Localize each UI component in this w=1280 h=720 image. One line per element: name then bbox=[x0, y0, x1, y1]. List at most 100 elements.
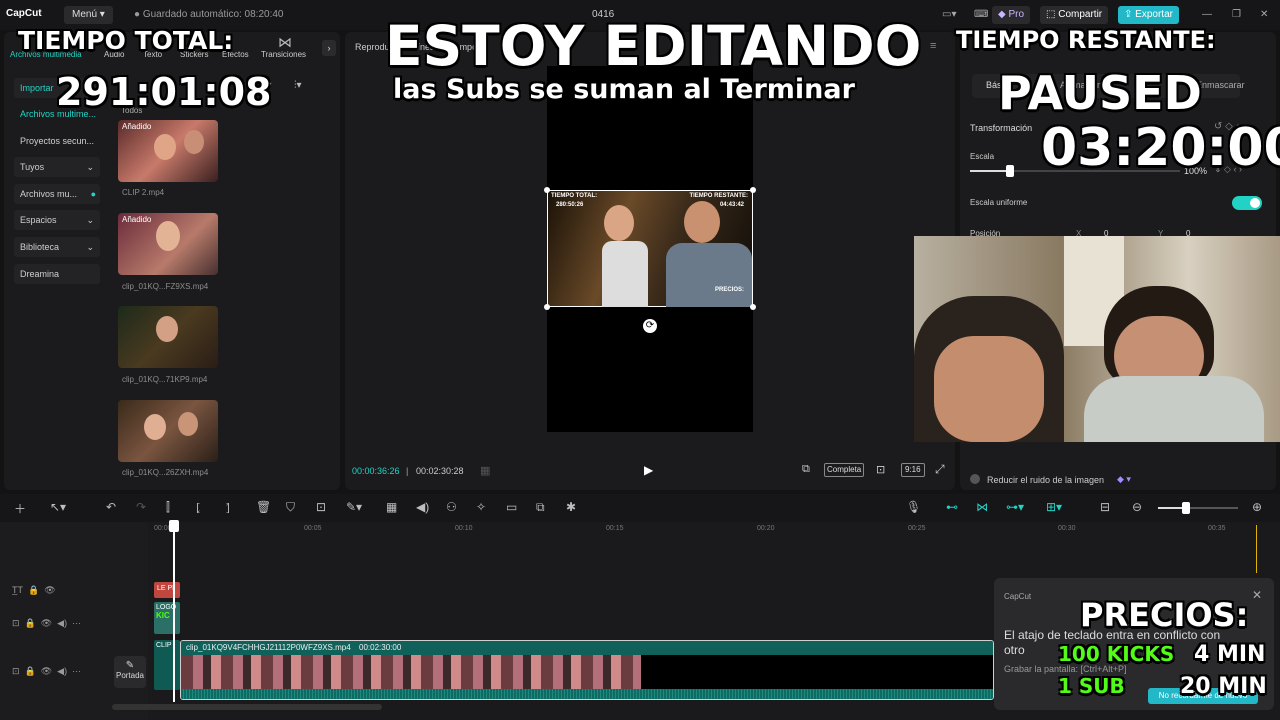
zoom-out-icon[interactable]: ⊖ bbox=[1132, 500, 1142, 514]
sidebar-item-dreamina[interactable]: Dreamina bbox=[14, 264, 100, 284]
cover-button[interactable]: ✎ Portada bbox=[114, 656, 146, 688]
remaining-time-label: TIEMPO RESTANTE: bbox=[956, 26, 1216, 54]
minimize-icon[interactable]: — bbox=[1196, 6, 1218, 24]
delete-icon[interactable]: 🗑 bbox=[256, 500, 271, 514]
subline-text: las Subs se suman al Terminar bbox=[393, 74, 855, 105]
timeline-ruler[interactable]: 00:00 00:05 00:10 00:15 00:20 00:25 00:3… bbox=[154, 525, 1280, 537]
tab-transitions[interactable]: Transiciones bbox=[261, 50, 306, 59]
select-tool-icon[interactable]: ↖▾ bbox=[50, 500, 66, 514]
logo-clip[interactable]: LOGO KIC bbox=[154, 602, 180, 634]
toast-brand: CapCut bbox=[1004, 592, 1032, 601]
added-badge: Añadido bbox=[122, 215, 152, 224]
pro-badge-icon: ◆ ▾ bbox=[1117, 474, 1131, 484]
sidebar-item-library[interactable]: Biblioteca ⌄ bbox=[14, 237, 100, 257]
crop-icon[interactable]: ⊡ bbox=[876, 463, 885, 476]
media-thumb[interactable] bbox=[118, 400, 218, 462]
audio-icon[interactable]: ◀) bbox=[416, 500, 429, 514]
close-window-icon[interactable]: ✕ bbox=[1254, 6, 1274, 24]
text-track-controls[interactable]: T̲T 🔒 👁 bbox=[12, 585, 56, 596]
split-icon[interactable]: ⫿ bbox=[166, 500, 170, 515]
menu-label: Menú bbox=[72, 9, 98, 20]
tab-mask[interactable]: Enmascarar bbox=[1196, 80, 1245, 90]
pro-button[interactable]: ◆ Pro bbox=[992, 6, 1031, 24]
freeze-icon[interactable]: ▦ bbox=[386, 500, 397, 514]
scale-slider-fill bbox=[970, 170, 1010, 172]
resize-handle[interactable] bbox=[544, 304, 550, 310]
shortcut-icon[interactable]: ⌨ bbox=[968, 6, 994, 24]
export-frame-icon[interactable]: ⧉ bbox=[536, 500, 545, 515]
uniform-scale-toggle[interactable] bbox=[1232, 196, 1262, 210]
sidebar-item-projects[interactable]: Proyectos secun... bbox=[14, 131, 100, 151]
user-icon[interactable]: ⚇ bbox=[446, 500, 457, 514]
ruler-tick: 00:20 bbox=[757, 525, 775, 532]
add-track-icon[interactable]: ＋ bbox=[14, 500, 26, 517]
sidebar-item-spaces[interactable]: Espacios ⌄ bbox=[14, 210, 100, 230]
layout-icon[interactable]: ▭▾ bbox=[936, 6, 962, 24]
maximize-icon[interactable]: ❐ bbox=[1226, 6, 1247, 24]
pro-label: Pro bbox=[1008, 9, 1025, 20]
filter-icon[interactable]: ⫶▾ bbox=[294, 80, 302, 91]
link-icon[interactable]: ⊶▾ bbox=[1006, 500, 1024, 514]
trim-right-icon[interactable]: ⦐ bbox=[226, 500, 230, 515]
magnet-icon[interactable]: ⋈ bbox=[976, 500, 988, 514]
ruler-tick: 00:35 bbox=[1208, 525, 1226, 532]
text-clip[interactable]: LE PI bbox=[154, 582, 180, 598]
media-thumb[interactable]: Añadido bbox=[118, 213, 218, 275]
scale-slider-handle[interactable] bbox=[1006, 165, 1014, 177]
redo-icon[interactable]: ↷ bbox=[136, 500, 146, 514]
sticker-mode-icon[interactable]: ⧉ bbox=[802, 463, 810, 476]
trim-left-icon[interactable]: ⦏ bbox=[196, 500, 200, 515]
person-face bbox=[156, 221, 180, 251]
sparkle-icon[interactable]: ✱ bbox=[566, 500, 576, 514]
close-icon[interactable]: ✕ bbox=[1252, 588, 1262, 602]
fullscreen-icon[interactable]: ⤢ bbox=[935, 462, 945, 477]
export-label: Exportar bbox=[1135, 9, 1173, 20]
zoom-in-icon[interactable]: ⊕ bbox=[1252, 500, 1262, 514]
microphone-icon[interactable]: 🎙 bbox=[906, 500, 921, 514]
cover-label: Portada bbox=[115, 671, 145, 680]
main-video-clip[interactable]: clip_01KQ9V4FCHHGJ21112P0WFZ9XS.mp4 00:0… bbox=[180, 640, 994, 700]
share-button[interactable]: ⬚ Compartir bbox=[1040, 6, 1109, 24]
tabs-next-icon[interactable]: › bbox=[322, 40, 336, 56]
fit-icon[interactable]: ⊟ bbox=[1100, 500, 1110, 514]
playhead-handle[interactable] bbox=[169, 520, 179, 532]
inner-left-value: 04:43:42 bbox=[719, 202, 744, 208]
sidebar-item-media2[interactable]: Archivos mu... ● bbox=[14, 184, 100, 204]
transform-heading: Transformación bbox=[970, 123, 1033, 133]
media-thumb[interactable]: Añadido bbox=[118, 120, 218, 182]
preview-video-frame[interactable]: TIEMPO TOTAL: 280:50:26 TIEMPO RESTANTE:… bbox=[547, 190, 753, 307]
play-icon[interactable]: ▶ bbox=[644, 463, 653, 477]
sidebar-item-yours[interactable]: Tuyos ⌄ bbox=[14, 157, 100, 177]
menu-button[interactable]: Menú ▾ bbox=[64, 6, 113, 24]
timecode-grid-icon: ▦ bbox=[480, 465, 491, 477]
timeline-scrollbar[interactable] bbox=[112, 704, 382, 710]
ratio-button[interactable]: 9:16 bbox=[901, 463, 925, 477]
link-main-icon[interactable]: ⊷ bbox=[946, 500, 958, 514]
shield-icon[interactable]: ⛉ bbox=[286, 500, 295, 515]
resize-handle[interactable] bbox=[750, 304, 756, 310]
audio-waveform bbox=[181, 689, 993, 699]
magic-icon[interactable]: ✧ bbox=[476, 500, 486, 514]
added-badge: Añadido bbox=[122, 122, 152, 131]
crop-tool-icon[interactable]: ⊡ bbox=[316, 500, 326, 514]
media-thumb[interactable] bbox=[118, 306, 218, 368]
pen-icon[interactable]: ✎▾ bbox=[346, 500, 362, 514]
edit-icon: ✎ bbox=[125, 660, 135, 671]
preview-axis-icon[interactable]: ⊞▾ bbox=[1046, 500, 1062, 514]
clip-segment[interactable]: CLIP bbox=[154, 640, 180, 690]
resize-handle[interactable] bbox=[544, 187, 550, 193]
hd-icon[interactable]: ▭ bbox=[506, 500, 517, 514]
noise-checkbox[interactable] bbox=[970, 474, 980, 484]
main-track-controls[interactable]: ⊡ 🔒 👁 ◀) ··· bbox=[12, 666, 81, 677]
rotate-icon[interactable]: ⟳ bbox=[643, 319, 657, 333]
undo-icon[interactable]: ↶ bbox=[106, 500, 116, 514]
zoom-slider-handle[interactable] bbox=[1182, 502, 1190, 514]
resize-handle[interactable] bbox=[750, 187, 756, 193]
media-filename: clip_01KQ...FZ9XS.mp4 bbox=[122, 282, 209, 291]
player-menu-icon[interactable]: ≡ bbox=[930, 40, 936, 52]
complete-button[interactable]: Completa bbox=[824, 463, 865, 477]
overlay-track-controls[interactable]: ⊡ 🔒 👁 ◀) ··· bbox=[12, 618, 81, 629]
export-button[interactable]: ⇪ Exportar bbox=[1118, 6, 1179, 24]
playhead[interactable] bbox=[173, 522, 175, 702]
person-face bbox=[684, 201, 720, 243]
